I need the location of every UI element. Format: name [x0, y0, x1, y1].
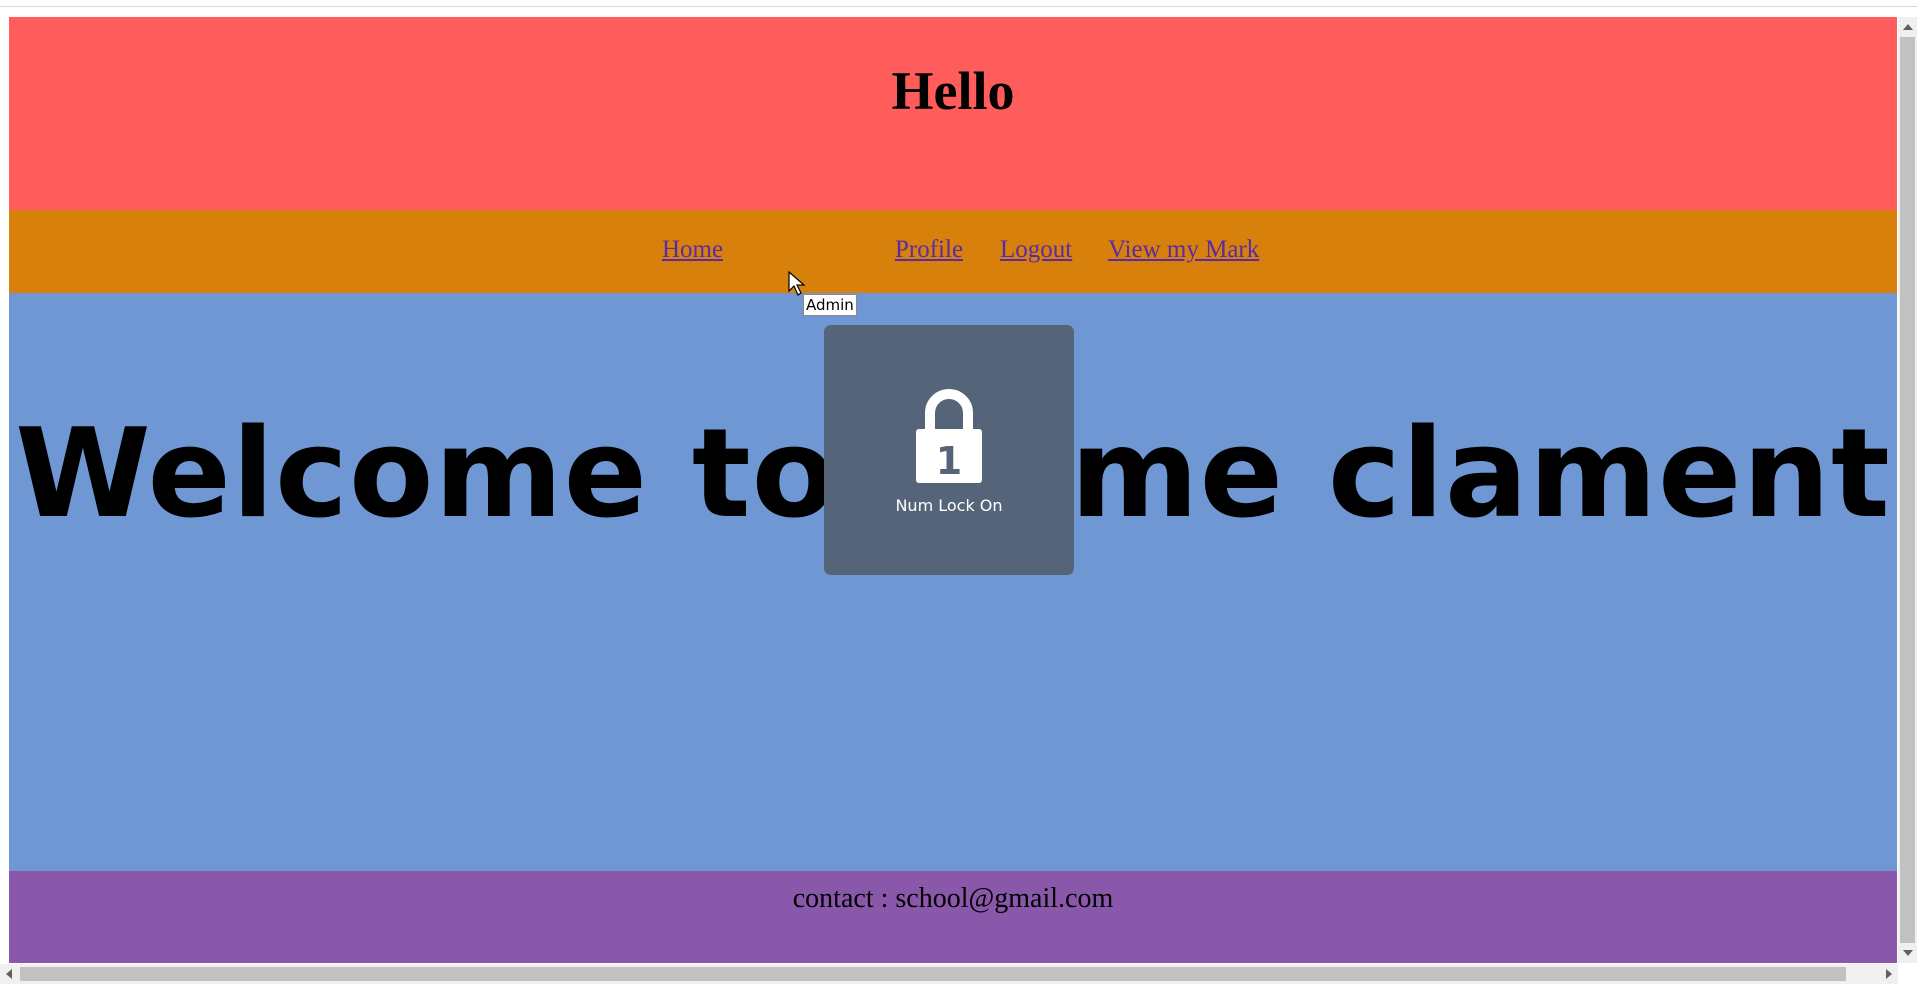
page-footer: contact : school@gmail.com	[9, 871, 1897, 963]
browser-viewport: Hello Home Profile Logout View my Mark W…	[0, 0, 1917, 984]
page-header: Hello	[9, 17, 1897, 210]
num-lock-notification: 1 Num Lock On	[824, 325, 1074, 575]
nav-bar: Home Profile Logout View my Mark	[9, 210, 1897, 293]
nav-link-home[interactable]: Home	[662, 236, 723, 264]
nav-link-view-my-mark[interactable]: View my Mark	[1108, 236, 1259, 264]
header-title: Hello	[891, 61, 1015, 121]
horizontal-scrollbar[interactable]	[0, 964, 1898, 984]
contact-text: contact : school@gmail.com	[792, 883, 1114, 914]
scroll-left-icon[interactable]	[6, 969, 12, 979]
scroll-right-icon[interactable]	[1886, 969, 1892, 979]
scroll-down-icon[interactable]	[1903, 950, 1913, 956]
lock-icon: 1	[916, 389, 982, 483]
lock-digit: 1	[936, 439, 962, 483]
horizontal-scroll-thumb[interactable]	[20, 967, 1846, 981]
top-border	[0, 6, 1917, 7]
nav-link-profile[interactable]: Profile	[895, 236, 963, 264]
nav-link-logout[interactable]: Logout	[1000, 236, 1072, 264]
vertical-scroll-thumb[interactable]	[1900, 37, 1915, 943]
num-lock-label: Num Lock On	[895, 496, 1003, 515]
admin-tooltip: Admin	[803, 294, 857, 316]
vertical-scrollbar[interactable]	[1898, 17, 1917, 963]
scroll-up-icon[interactable]	[1903, 24, 1913, 30]
